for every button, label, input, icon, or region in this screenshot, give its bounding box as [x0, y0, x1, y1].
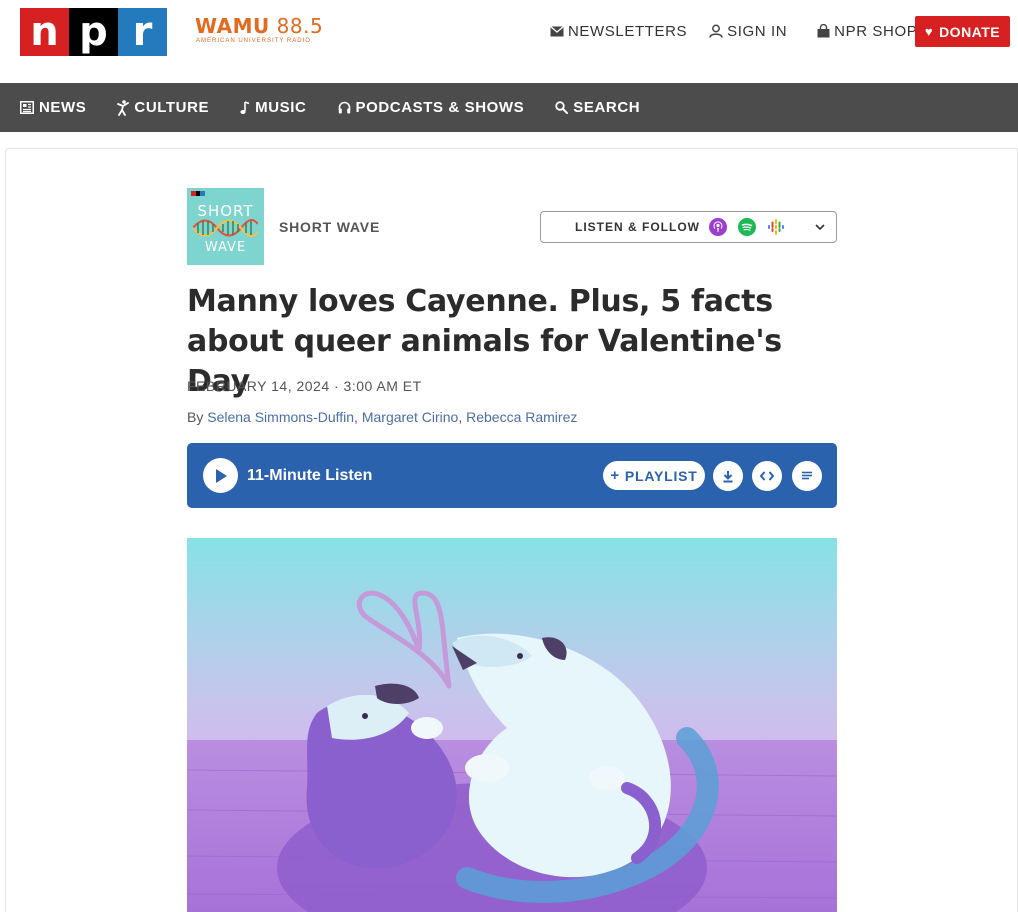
- byline-prefix: By: [187, 409, 204, 425]
- spotify-icon[interactable]: [738, 218, 756, 236]
- nav-news-label: NEWS: [39, 99, 87, 116]
- user-icon: [709, 24, 723, 38]
- listen-follow-dropdown[interactable]: LISTEN & FOLLOW: [540, 211, 837, 243]
- audio-player: 11-Minute Listen + PLAYLIST: [187, 443, 837, 508]
- logo-letter-n: n: [20, 8, 69, 56]
- newspaper-icon: [20, 101, 34, 114]
- main-nav: NEWS CULTURE MUSIC PODCASTS & SHOWS SEAR…: [0, 83, 1018, 132]
- heart-icon: ♥: [924, 24, 934, 39]
- newsletters-link[interactable]: NEWSLETTERS: [550, 22, 687, 40]
- npr-shop-link[interactable]: NPR SHOP: [817, 22, 917, 40]
- add-to-playlist-button[interactable]: + PLAYLIST: [603, 461, 705, 490]
- logo-letter-r: r: [118, 8, 167, 56]
- show-name-link[interactable]: SHORT WAVE: [279, 219, 380, 235]
- listen-follow-label: LISTEN & FOLLOW: [575, 220, 700, 234]
- search-icon: [555, 101, 569, 114]
- logo-letter-p: p: [69, 8, 118, 56]
- npr-logo[interactable]: n p r: [20, 8, 167, 56]
- shopping-bag-icon: [817, 24, 830, 38]
- nav-item-podcasts[interactable]: PODCASTS & SHOWS: [338, 99, 525, 116]
- nav-search-label: SEARCH: [573, 99, 641, 116]
- dancer-icon: [117, 99, 130, 116]
- play-icon: [215, 468, 227, 483]
- embed-code-icon: [760, 471, 774, 481]
- nav-item-culture[interactable]: CULTURE: [117, 99, 209, 116]
- top-header: n p r WAMU 88.5 AMERICAN UNIVERSITY RADI…: [0, 0, 1018, 83]
- npr-shop-label: NPR SHOP: [834, 22, 918, 40]
- audio-duration-label: 11-Minute Listen: [247, 467, 373, 484]
- station-frequency: 88.5: [276, 14, 324, 38]
- nav-item-music[interactable]: MUSIC: [240, 99, 306, 116]
- anteaters-illustration: [187, 538, 837, 912]
- utility-nav: NEWSLETTERS SIGN IN NPR SHOP: [550, 22, 939, 40]
- envelope-icon: [550, 25, 564, 37]
- embed-button[interactable]: [752, 461, 782, 491]
- author-link[interactable]: Rebecca Ramirez: [466, 409, 577, 425]
- download-icon: [723, 470, 733, 482]
- chevron-down-icon: [814, 220, 826, 238]
- music-note-icon: [240, 100, 250, 115]
- apple-podcasts-icon[interactable]: [709, 218, 727, 236]
- author-link[interactable]: Selena Simmons-Duffin: [207, 409, 354, 425]
- article-dateline: FEBRUARY 14, 2024 · 3:00 AM ET: [187, 378, 422, 394]
- nav-item-news[interactable]: NEWS: [20, 99, 86, 116]
- playlist-label: PLAYLIST: [624, 467, 698, 484]
- article-byline: By Selena Simmons-Duffin, Margaret Cirin…: [187, 409, 578, 425]
- donate-button[interactable]: ♥ DONATE: [915, 16, 1010, 47]
- dna-wave-icon: [193, 218, 258, 238]
- nav-podcasts-label: PODCASTS & SHOWS: [355, 99, 525, 116]
- author-link[interactable]: Margaret Cirino: [362, 409, 458, 425]
- station-name: WAMU: [195, 14, 270, 38]
- nav-item-search[interactable]: SEARCH: [555, 99, 640, 116]
- show-artwork[interactable]: SHORT WAVE: [187, 188, 264, 265]
- nav-music-label: MUSIC: [255, 99, 307, 116]
- donate-label: DONATE: [939, 23, 1001, 40]
- transcript-icon: [802, 471, 812, 480]
- transcript-button[interactable]: [792, 461, 822, 491]
- download-button[interactable]: [713, 461, 743, 491]
- show-art-npr-mark: [191, 191, 206, 196]
- sign-in-link[interactable]: SIGN IN: [709, 22, 787, 40]
- hero-illustration[interactable]: [187, 538, 837, 912]
- newsletters-label: NEWSLETTERS: [568, 22, 688, 40]
- station-logo[interactable]: WAMU 88.5 AMERICAN UNIVERSITY RADIO: [195, 14, 323, 44]
- show-art-title-bottom: WAVE: [204, 240, 247, 255]
- station-subtitle: AMERICAN UNIVERSITY RADIO: [196, 38, 311, 44]
- plus-icon: +: [610, 467, 620, 484]
- nav-culture-label: CULTURE: [134, 99, 210, 116]
- google-podcasts-icon[interactable]: [767, 218, 785, 236]
- headphones-icon: [338, 101, 351, 114]
- play-button[interactable]: [203, 458, 238, 493]
- sign-in-label: SIGN IN: [727, 22, 788, 40]
